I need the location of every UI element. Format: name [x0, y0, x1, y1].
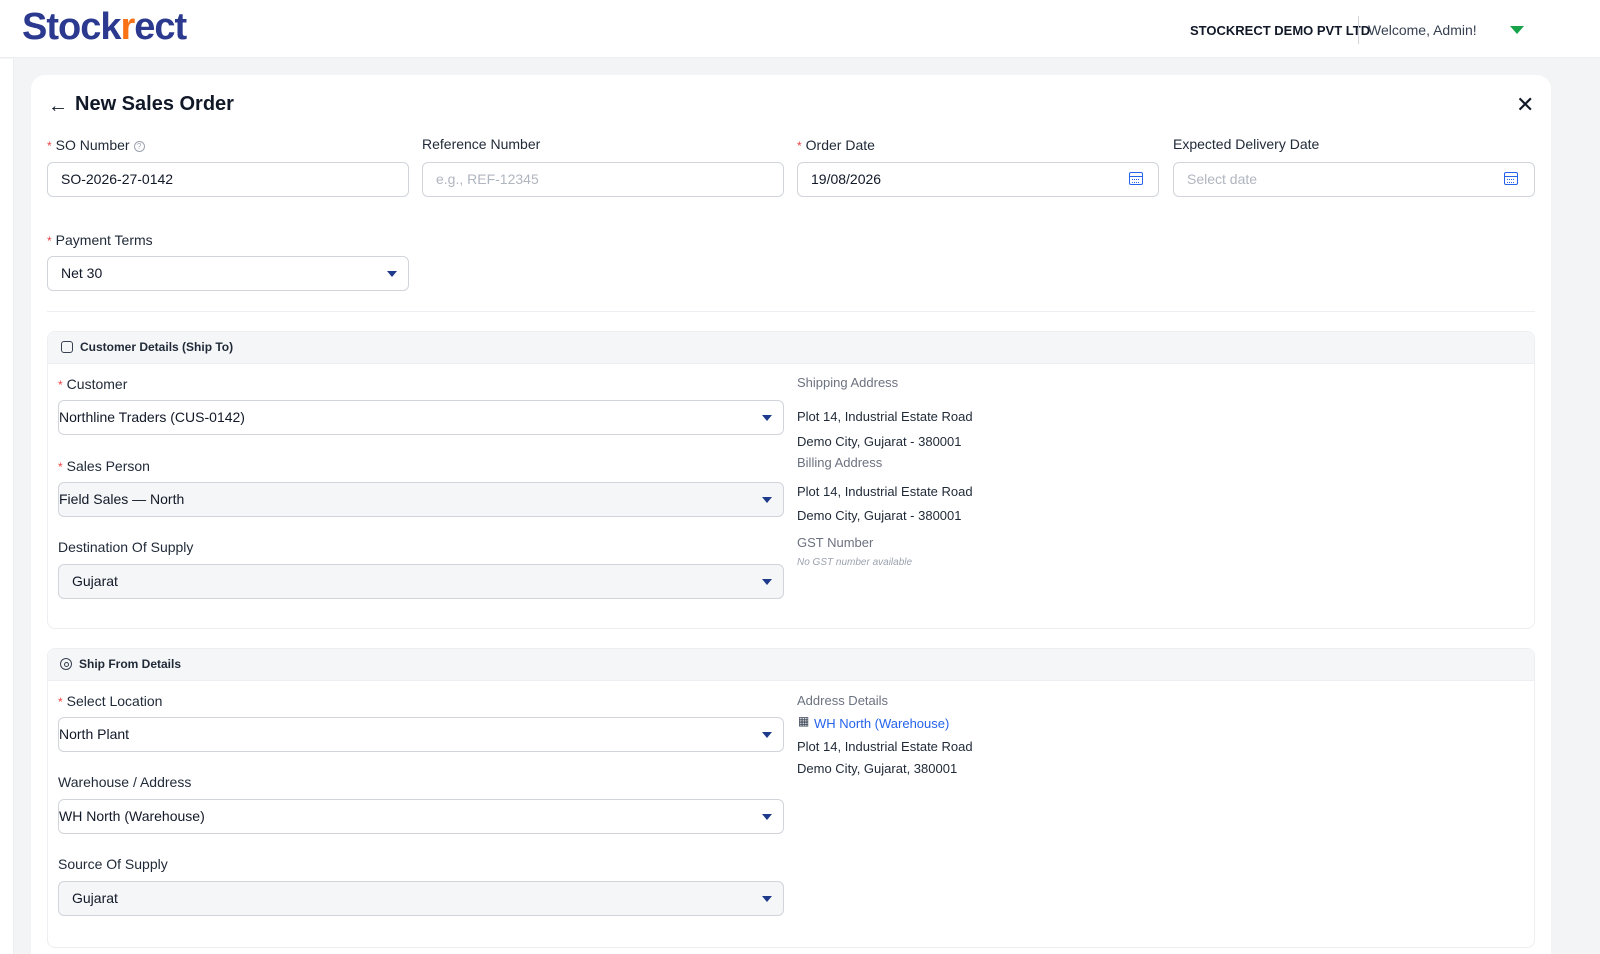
building-icon: ▦	[798, 714, 810, 728]
section-header	[48, 649, 1534, 681]
warehouse-link[interactable]: WH North (Warehouse)	[814, 716, 949, 731]
expected-delivery-input[interactable]: Select date	[1173, 162, 1535, 197]
user-menu-chevron-down-icon[interactable]	[1510, 26, 1524, 34]
billing-address-label: Billing Address	[797, 455, 883, 470]
payment-terms-label: * Payment Terms	[47, 232, 153, 248]
customer-label: * Customer	[58, 376, 128, 392]
gst-number-note: No GST number available	[797, 557, 913, 568]
customer-section-title: Customer Details (Ship To)	[80, 340, 234, 354]
company-name: STOCKRECT DEMO PVT LTD	[1190, 23, 1371, 38]
billing-address-line2: Demo City, Gujarat - 380001	[797, 508, 962, 523]
reference-number-label: Reference Number	[422, 136, 541, 152]
shipping-address-line2: Demo City, Gujarat - 380001	[797, 434, 962, 449]
source-of-supply-select[interactable]: Gujarat	[58, 881, 784, 916]
chevron-down-icon[interactable]	[762, 814, 772, 820]
stockrect-logo[interactable]: Stockrect	[22, 6, 187, 49]
chevron-down-icon[interactable]	[762, 415, 772, 421]
section-header	[48, 332, 1534, 364]
calendar-icon[interactable]	[1129, 172, 1143, 185]
gst-number-label: GST Number	[797, 535, 874, 550]
customer-contact-icon	[61, 341, 73, 353]
chevron-down-icon[interactable]	[762, 497, 772, 503]
calendar-icon[interactable]	[1504, 172, 1518, 185]
expected-delivery-label: Expected Delivery Date	[1173, 136, 1320, 152]
destination-select[interactable]: Gujarat	[58, 564, 784, 599]
sales-person-label: * Sales Person	[58, 458, 150, 474]
so-number-input[interactable]: SO-2026-27-0142	[47, 162, 409, 197]
source-of-supply-label: Source Of Supply	[58, 856, 168, 872]
page-title: New Sales Order	[75, 93, 234, 115]
location-label: * Select Location	[58, 693, 163, 709]
warehouse-label: Warehouse / Address	[58, 774, 192, 790]
customer-select[interactable]: Northline Traders (CUS-0142)	[58, 400, 784, 435]
location-select[interactable]: North Plant	[58, 717, 784, 752]
address-details-label: Address Details	[797, 693, 889, 708]
help-icon[interactable]: ?	[133, 140, 145, 152]
welcome-text: Welcome, Admin!	[1368, 22, 1477, 38]
back-arrow-icon[interactable]: ←	[48, 95, 68, 118]
top-bar: Stockrect STOCKRECT DEMO PVT LTD Welcome…	[0, 0, 1600, 58]
order-date-label: * Order Date	[797, 137, 875, 153]
close-icon[interactable]: ✕	[1516, 92, 1534, 118]
so-number-label: * SO Number?	[47, 137, 145, 153]
chevron-down-icon[interactable]	[762, 896, 772, 902]
shipping-address-line1: Plot 14, Industrial Estate Road	[797, 409, 973, 424]
destination-label: Destination Of Supply	[58, 539, 194, 555]
reference-number-input[interactable]: e.g., REF-12345	[422, 162, 784, 197]
divider	[47, 311, 1535, 312]
chevron-down-icon[interactable]	[387, 271, 397, 277]
sidebar-collapsed	[0, 59, 14, 954]
billing-address-line1: Plot 14, Industrial Estate Road	[797, 484, 973, 499]
chevron-down-icon[interactable]	[762, 579, 772, 585]
header-separator	[1358, 16, 1359, 44]
location-pin-icon	[60, 658, 72, 670]
ship-from-section-title: Ship From Details	[79, 657, 182, 671]
address-line2: Demo City, Gujarat, 380001	[797, 761, 958, 776]
order-date-input[interactable]: 19/08/2026	[797, 162, 1159, 197]
shipping-address-label: Shipping Address	[797, 375, 899, 390]
payment-terms-select[interactable]: Net 30	[47, 256, 409, 291]
chevron-down-icon[interactable]	[762, 732, 772, 738]
warehouse-select[interactable]: WH North (Warehouse)	[58, 799, 784, 834]
address-line1: Plot 14, Industrial Estate Road	[797, 739, 973, 754]
sales-person-select[interactable]: Field Sales — North	[58, 482, 784, 517]
